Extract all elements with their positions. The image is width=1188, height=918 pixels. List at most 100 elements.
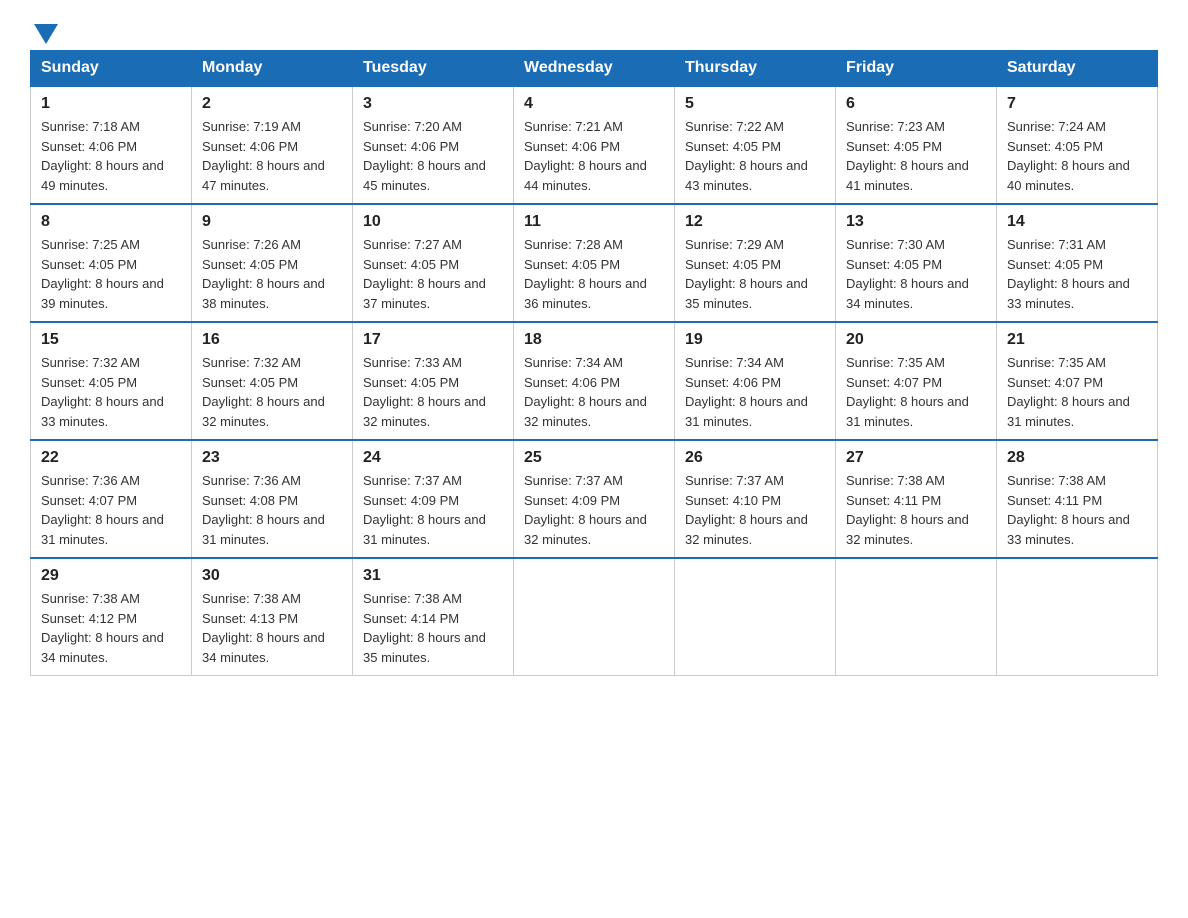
calendar-table: SundayMondayTuesdayWednesdayThursdayFrid…: [30, 50, 1158, 676]
day-number: 18: [524, 331, 664, 349]
calendar-cell: 3 Sunrise: 7:20 AMSunset: 4:06 PMDaylight…: [353, 86, 514, 204]
day-number: 29: [41, 567, 181, 585]
calendar-cell: [514, 558, 675, 676]
week-row-2: 8Sunrise: 7:25 AMSunset: 4:05 PMDaylight…: [31, 204, 1158, 322]
day-number: 27: [846, 449, 986, 467]
day-info: Sunrise: 7:34 AMSunset: 4:06 PMDaylight:…: [685, 353, 825, 431]
day-number: 3: [363, 95, 503, 113]
calendar-cell: 22 Sunrise: 7:36 AMSunset: 4:07 PMDayligh…: [31, 440, 192, 558]
calendar-cell: 30 Sunrise: 7:38 AMSunset: 4:13 PMDayligh…: [192, 558, 353, 676]
header-row: SundayMondayTuesdayWednesdayThursdayFrid…: [31, 51, 1158, 87]
day-number: 9: [202, 213, 342, 231]
calendar-cell: 27 Sunrise: 7:38 AMSunset: 4:11 PMDayligh…: [836, 440, 997, 558]
day-info: Sunrise: 7:30 AMSunset: 4:05 PMDaylight:…: [846, 235, 986, 313]
day-info: Sunrise: 7:32 AMSunset: 4:05 PMDaylight:…: [202, 353, 342, 431]
calendar-cell: 1 Sunrise: 7:18 AMSunset: 4:06 PMDaylight…: [31, 86, 192, 204]
day-number: 6: [846, 95, 986, 113]
day-number: 15: [41, 331, 181, 349]
week-row-3: 15 Sunrise: 7:32 AMSunset: 4:05 PMDayligh…: [31, 322, 1158, 440]
day-number: 21: [1007, 331, 1147, 349]
calendar-cell: 29Sunrise: 7:38 AMSunset: 4:12 PMDayligh…: [31, 558, 192, 676]
day-info: Sunrise: 7:23 AMSunset: 4:05 PMDaylight:…: [846, 117, 986, 195]
column-header-sunday: Sunday: [31, 51, 192, 87]
day-number: 4: [524, 95, 664, 113]
day-info: Sunrise: 7:20 AMSunset: 4:06 PMDaylight:…: [363, 117, 503, 195]
day-info: Sunrise: 7:36 AMSunset: 4:08 PMDaylight:…: [202, 471, 342, 549]
day-number: 26: [685, 449, 825, 467]
calendar-cell: 26 Sunrise: 7:37 AMSunset: 4:10 PMDayligh…: [675, 440, 836, 558]
day-info: Sunrise: 7:19 AMSunset: 4:06 PMDaylight:…: [202, 117, 342, 195]
day-number: 20: [846, 331, 986, 349]
column-header-tuesday: Tuesday: [353, 51, 514, 87]
column-header-thursday: Thursday: [675, 51, 836, 87]
day-info: Sunrise: 7:34 AMSunset: 4:06 PMDaylight:…: [524, 353, 664, 431]
calendar-cell: 14 Sunrise: 7:31 AMSunset: 4:05 PMDayligh…: [997, 204, 1158, 322]
calendar-cell: 18 Sunrise: 7:34 AMSunset: 4:06 PMDayligh…: [514, 322, 675, 440]
calendar-cell: 6 Sunrise: 7:23 AMSunset: 4:05 PMDaylight…: [836, 86, 997, 204]
day-info: Sunrise: 7:38 AMSunset: 4:14 PMDaylight:…: [363, 589, 503, 667]
day-number: 30: [202, 567, 342, 585]
day-info: Sunrise: 7:35 AMSunset: 4:07 PMDaylight:…: [1007, 353, 1147, 431]
column-header-monday: Monday: [192, 51, 353, 87]
day-info: Sunrise: 7:26 AMSunset: 4:05 PMDaylight:…: [202, 235, 342, 313]
day-number: 1: [41, 95, 181, 113]
day-info: Sunrise: 7:24 AMSunset: 4:05 PMDaylight:…: [1007, 117, 1147, 195]
day-info: Sunrise: 7:29 AMSunset: 4:05 PMDaylight:…: [685, 235, 825, 313]
calendar-cell: 12 Sunrise: 7:29 AMSunset: 4:05 PMDayligh…: [675, 204, 836, 322]
calendar-cell: 15 Sunrise: 7:32 AMSunset: 4:05 PMDayligh…: [31, 322, 192, 440]
calendar-cell: 7 Sunrise: 7:24 AMSunset: 4:05 PMDaylight…: [997, 86, 1158, 204]
week-row-4: 22 Sunrise: 7:36 AMSunset: 4:07 PMDayligh…: [31, 440, 1158, 558]
day-number: 17: [363, 331, 503, 349]
day-number: 12: [685, 213, 825, 231]
calendar-cell: 8Sunrise: 7:25 AMSunset: 4:05 PMDaylight…: [31, 204, 192, 322]
logo: [30, 20, 58, 40]
calendar-cell: 25 Sunrise: 7:37 AMSunset: 4:09 PMDayligh…: [514, 440, 675, 558]
day-number: 13: [846, 213, 986, 231]
day-number: 25: [524, 449, 664, 467]
day-number: 24: [363, 449, 503, 467]
day-number: 2: [202, 95, 342, 113]
day-info: Sunrise: 7:31 AMSunset: 4:05 PMDaylight:…: [1007, 235, 1147, 313]
column-header-friday: Friday: [836, 51, 997, 87]
day-number: 7: [1007, 95, 1147, 113]
calendar-cell: 10Sunrise: 7:27 AMSunset: 4:05 PMDayligh…: [353, 204, 514, 322]
calendar-cell: 2 Sunrise: 7:19 AMSunset: 4:06 PMDaylight…: [192, 86, 353, 204]
calendar-cell: 13 Sunrise: 7:30 AMSunset: 4:05 PMDayligh…: [836, 204, 997, 322]
day-info: Sunrise: 7:28 AMSunset: 4:05 PMDaylight:…: [524, 235, 664, 313]
column-header-saturday: Saturday: [997, 51, 1158, 87]
logo-top: [30, 20, 58, 44]
calendar-cell: 28Sunrise: 7:38 AMSunset: 4:11 PMDayligh…: [997, 440, 1158, 558]
day-info: Sunrise: 7:36 AMSunset: 4:07 PMDaylight:…: [41, 471, 181, 549]
calendar-cell: 23 Sunrise: 7:36 AMSunset: 4:08 PMDayligh…: [192, 440, 353, 558]
day-info: Sunrise: 7:38 AMSunset: 4:13 PMDaylight:…: [202, 589, 342, 667]
day-number: 14: [1007, 213, 1147, 231]
day-number: 10: [363, 213, 503, 231]
calendar-cell: 5Sunrise: 7:22 AMSunset: 4:05 PMDaylight…: [675, 86, 836, 204]
day-info: Sunrise: 7:37 AMSunset: 4:10 PMDaylight:…: [685, 471, 825, 549]
calendar-cell: 17 Sunrise: 7:33 AMSunset: 4:05 PMDayligh…: [353, 322, 514, 440]
column-header-wednesday: Wednesday: [514, 51, 675, 87]
calendar-cell: [836, 558, 997, 676]
day-info: Sunrise: 7:37 AMSunset: 4:09 PMDaylight:…: [524, 471, 664, 549]
calendar-cell: [997, 558, 1158, 676]
day-info: Sunrise: 7:18 AMSunset: 4:06 PMDaylight:…: [41, 117, 181, 195]
calendar-cell: 16 Sunrise: 7:32 AMSunset: 4:05 PMDayligh…: [192, 322, 353, 440]
day-number: 23: [202, 449, 342, 467]
calendar-cell: [675, 558, 836, 676]
day-number: 11: [524, 213, 664, 231]
day-number: 22: [41, 449, 181, 467]
day-info: Sunrise: 7:32 AMSunset: 4:05 PMDaylight:…: [41, 353, 181, 431]
day-info: Sunrise: 7:33 AMSunset: 4:05 PMDaylight:…: [363, 353, 503, 431]
day-info: Sunrise: 7:35 AMSunset: 4:07 PMDaylight:…: [846, 353, 986, 431]
day-info: Sunrise: 7:38 AMSunset: 4:11 PMDaylight:…: [846, 471, 986, 549]
day-number: 5: [685, 95, 825, 113]
day-number: 28: [1007, 449, 1147, 467]
calendar-cell: 24 Sunrise: 7:37 AMSunset: 4:09 PMDayligh…: [353, 440, 514, 558]
day-number: 16: [202, 331, 342, 349]
calendar-cell: 31Sunrise: 7:38 AMSunset: 4:14 PMDayligh…: [353, 558, 514, 676]
week-row-1: 1 Sunrise: 7:18 AMSunset: 4:06 PMDaylight…: [31, 86, 1158, 204]
day-info: Sunrise: 7:37 AMSunset: 4:09 PMDaylight:…: [363, 471, 503, 549]
day-number: 19: [685, 331, 825, 349]
calendar-cell: 21 Sunrise: 7:35 AMSunset: 4:07 PMDayligh…: [997, 322, 1158, 440]
calendar-cell: 20 Sunrise: 7:35 AMSunset: 4:07 PMDayligh…: [836, 322, 997, 440]
